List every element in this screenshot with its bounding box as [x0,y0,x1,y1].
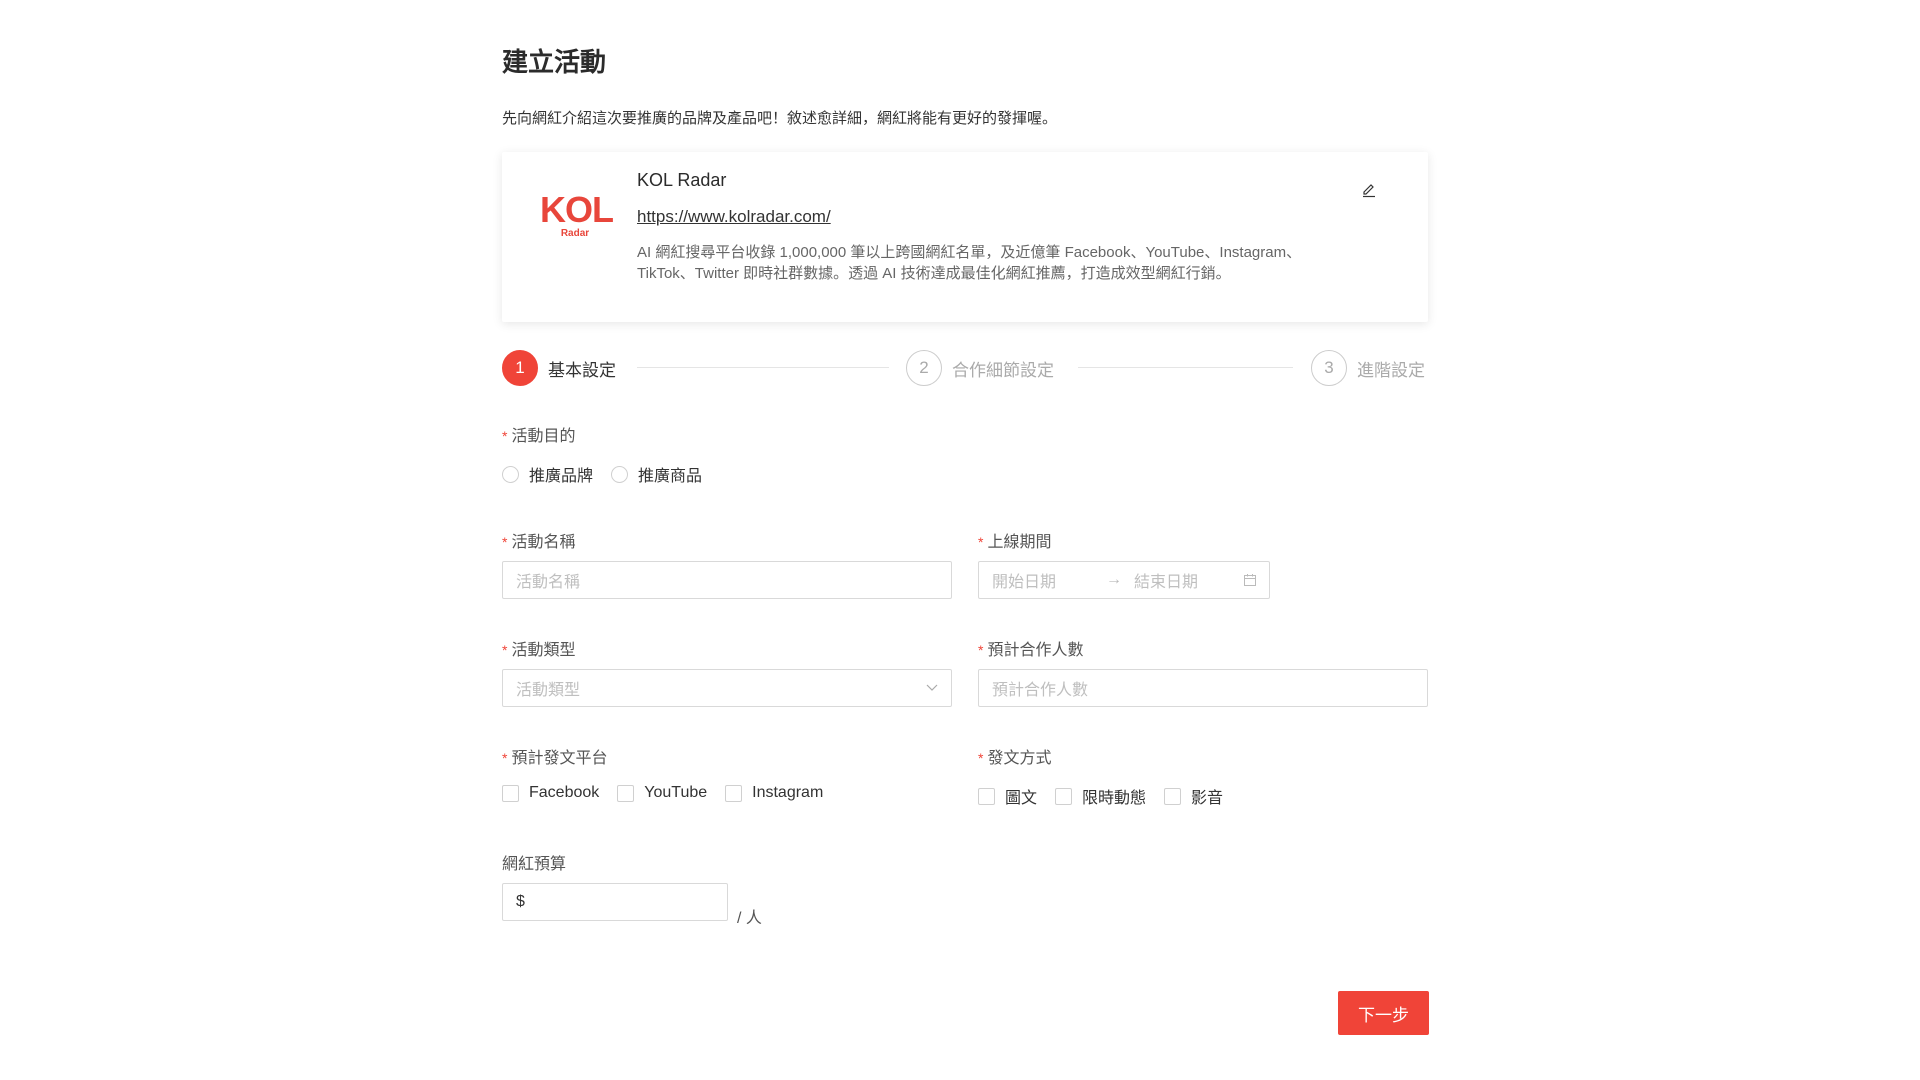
brand-name: KOL Radar [637,170,727,190]
radio-button[interactable] [611,465,629,483]
checkbox[interactable] [617,784,635,802]
label-text: 預計合作人數 [987,642,1084,659]
next-step-button[interactable]: 下一步 [1338,991,1429,1035]
stepper-connector [1078,367,1293,368]
stepper: 1 基本設定 2 合作細節設定 3 進階設定 [502,350,1428,386]
budget-input[interactable]: $ [502,883,728,921]
radio-label: 推廣品牌 [529,468,594,485]
arrow-right-icon: → [1106,571,1122,588]
step-label: 基本設定 [548,360,616,380]
checkbox[interactable] [725,784,743,802]
step-number: 1 [502,350,538,386]
page-title: 建立活動 [502,47,607,77]
step-cooperation-details[interactable]: 2 合作細節設定 [906,350,1054,386]
campaign-name-label: * 活動名稱 [502,528,575,552]
period-label: * 上線期間 [978,528,1051,552]
currency-prefix: $ [516,893,525,910]
required-mark: * [502,642,508,658]
brand-description: AI 網紅搜尋平台收錄 1,000,000 筆以上跨國網紅名單，及近億筆 Fac… [637,244,1302,282]
required-mark: * [502,534,508,550]
placeholder: 預計合作人數 [992,682,1089,699]
brand-logo: KOL Radar [540,189,614,240]
campaign-type-select[interactable]: 活動類型 [502,669,952,707]
start-date-input[interactable]: 開始日期 [992,568,1056,592]
checkbox-label: 影音 [1191,790,1224,807]
checkbox-label: YouTube [644,784,708,801]
radio-label: 推廣商品 [638,468,703,485]
headcount-input[interactable]: 預計合作人數 [978,669,1428,707]
label-text: 預計發文平台 [511,750,608,767]
campaign-name-input[interactable]: 活動名稱 [502,561,952,599]
step-basic-settings[interactable]: 1 基本設定 [502,350,616,386]
step-number: 3 [1311,350,1347,386]
brand-card: KOL Radar KOL Radar https://www.kolradar… [502,152,1428,322]
checkbox[interactable] [978,787,995,805]
pencil-icon[interactable] [1360,180,1378,198]
checkbox-label: 圖文 [1005,790,1038,807]
purpose-radio-group: 推廣品牌 推廣商品 [502,462,720,486]
label-text: 活動目的 [511,428,576,445]
checkbox[interactable] [1164,787,1182,805]
campaign-type-label: * 活動類型 [502,636,575,660]
page-intro: 先向網紅介紹這次要推廣的品牌及產品吧！敘述愈詳細，網紅將能有更好的發揮喔。 [502,110,1058,127]
checkbox-label: Facebook [529,784,600,801]
stepper-connector [637,367,889,368]
step-label: 進階設定 [1357,360,1425,380]
budget-label: 網紅預算 [502,856,567,873]
step-label: 合作細節設定 [952,360,1054,380]
platforms-label: * 預計發文平台 [502,744,607,768]
step-advanced-settings[interactable]: 3 進階設定 [1311,350,1425,386]
checkbox-stories[interactable]: 限時動態 [1055,784,1146,808]
label-text: 活動名稱 [511,534,576,551]
radio-button[interactable] [502,465,519,483]
post-format-checkbox-group: 圖文 限時動態 影音 [978,784,1241,808]
brand-url-link[interactable]: https://www.kolradar.com/ [637,207,831,227]
required-mark: * [502,750,508,766]
label-text: 活動類型 [511,642,576,659]
checkbox-instagram[interactable]: Instagram [725,784,823,802]
checkbox-label: 限時動態 [1082,790,1147,807]
required-mark: * [978,750,984,766]
date-range-picker[interactable]: 開始日期 → 結束日期 [978,561,1270,599]
step-number: 2 [906,350,942,386]
chevron-down-icon [925,680,939,694]
checkbox[interactable] [502,784,519,802]
checkbox-video[interactable]: 影音 [1164,784,1223,808]
checkbox-image-text[interactable]: 圖文 [978,784,1037,808]
required-mark: * [978,642,984,658]
checkbox-facebook[interactable]: Facebook [502,784,599,802]
placeholder: 活動類型 [516,682,581,699]
required-mark: * [978,534,984,550]
label-text: 發文方式 [987,750,1052,767]
checkbox-youtube[interactable]: YouTube [617,784,707,802]
headcount-label: * 預計合作人數 [978,636,1083,660]
platforms-checkbox-group: Facebook YouTube Instagram [502,784,841,802]
radio-promote-product[interactable]: 推廣商品 [611,462,702,486]
post-format-label: * 發文方式 [978,744,1051,768]
checkbox-label: Instagram [752,784,824,801]
budget-unit: / 人 [737,910,762,927]
purpose-label: * 活動目的 [502,422,575,446]
placeholder: 活動名稱 [516,574,581,591]
required-mark: * [502,428,508,444]
label-text: 上線期間 [987,534,1052,551]
brand-logo-text: KOL [540,189,614,230]
checkbox[interactable] [1055,787,1073,805]
end-date-input[interactable]: 結束日期 [1134,568,1198,592]
calendar-icon [1243,573,1257,587]
radio-promote-brand[interactable]: 推廣品牌 [502,462,593,486]
